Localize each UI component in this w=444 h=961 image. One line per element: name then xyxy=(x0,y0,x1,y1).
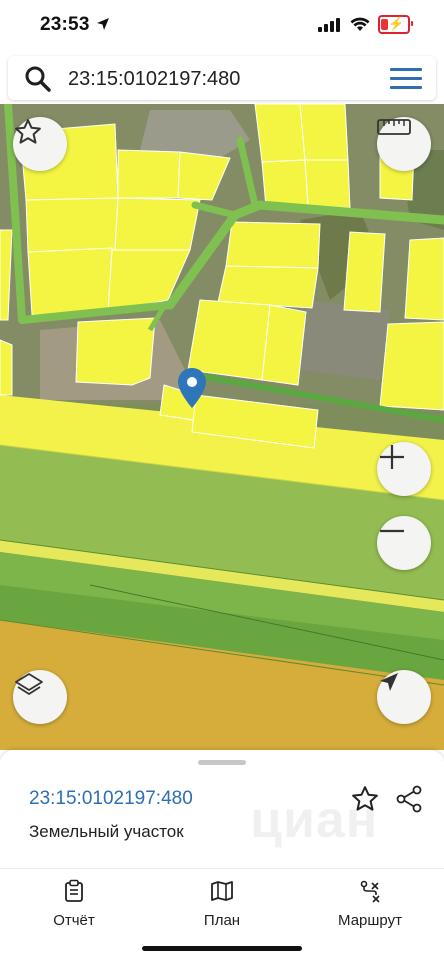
sheet-grabber[interactable] xyxy=(198,760,246,765)
battery-icon: ⚡ xyxy=(378,15,413,34)
menu-icon[interactable] xyxy=(390,68,422,90)
zoom-in-button[interactable] xyxy=(377,442,431,496)
status-time: 23:53 xyxy=(40,14,90,35)
parcel-cadastral-number[interactable]: 23:15:0102197:480 xyxy=(29,788,193,810)
location-pin-icon[interactable] xyxy=(178,368,206,408)
report-clipboard-icon xyxy=(65,879,83,902)
zoom-out-button[interactable] xyxy=(377,516,431,570)
tab-plan-label: План xyxy=(203,912,241,929)
ruler-icon xyxy=(377,119,411,135)
wifi-icon xyxy=(350,17,370,31)
home-indicator xyxy=(142,946,302,951)
parcel-info-sheet[interactable]: циан 23:15:0102197:480 Земельный участок xyxy=(0,750,444,868)
status-bar: 23:53 ⚡ xyxy=(0,0,444,52)
cellular-signal-icon xyxy=(318,17,340,32)
share-icon[interactable] xyxy=(394,784,424,814)
search-input[interactable] xyxy=(66,63,370,95)
search-icon[interactable] xyxy=(24,65,52,93)
minus-icon xyxy=(380,529,404,533)
map-view[interactable] xyxy=(0,104,444,750)
plus-icon xyxy=(380,445,404,469)
location-arrow-icon xyxy=(97,18,109,30)
tab-plan[interactable]: План xyxy=(162,879,282,929)
locate-button[interactable] xyxy=(377,670,431,724)
ruler-button[interactable] xyxy=(377,117,431,171)
layers-icon xyxy=(15,673,43,695)
tab-report[interactable]: Отчёт xyxy=(14,879,134,929)
map-icon xyxy=(211,881,233,901)
search-bar xyxy=(8,56,436,100)
status-icons: ⚡ xyxy=(318,15,413,34)
layers-button[interactable] xyxy=(13,670,67,724)
navigation-arrow-icon xyxy=(380,673,398,691)
map-canvas xyxy=(0,104,444,750)
favorite-button[interactable] xyxy=(13,117,67,171)
parcel-type: Земельный участок xyxy=(29,822,184,841)
star-icon xyxy=(15,119,41,144)
tab-report-label: Отчёт xyxy=(53,912,95,929)
tab-route[interactable]: Маршрут xyxy=(310,879,430,929)
route-icon xyxy=(360,880,380,903)
star-icon[interactable] xyxy=(350,784,380,814)
tab-route-label: Маршрут xyxy=(338,912,402,929)
